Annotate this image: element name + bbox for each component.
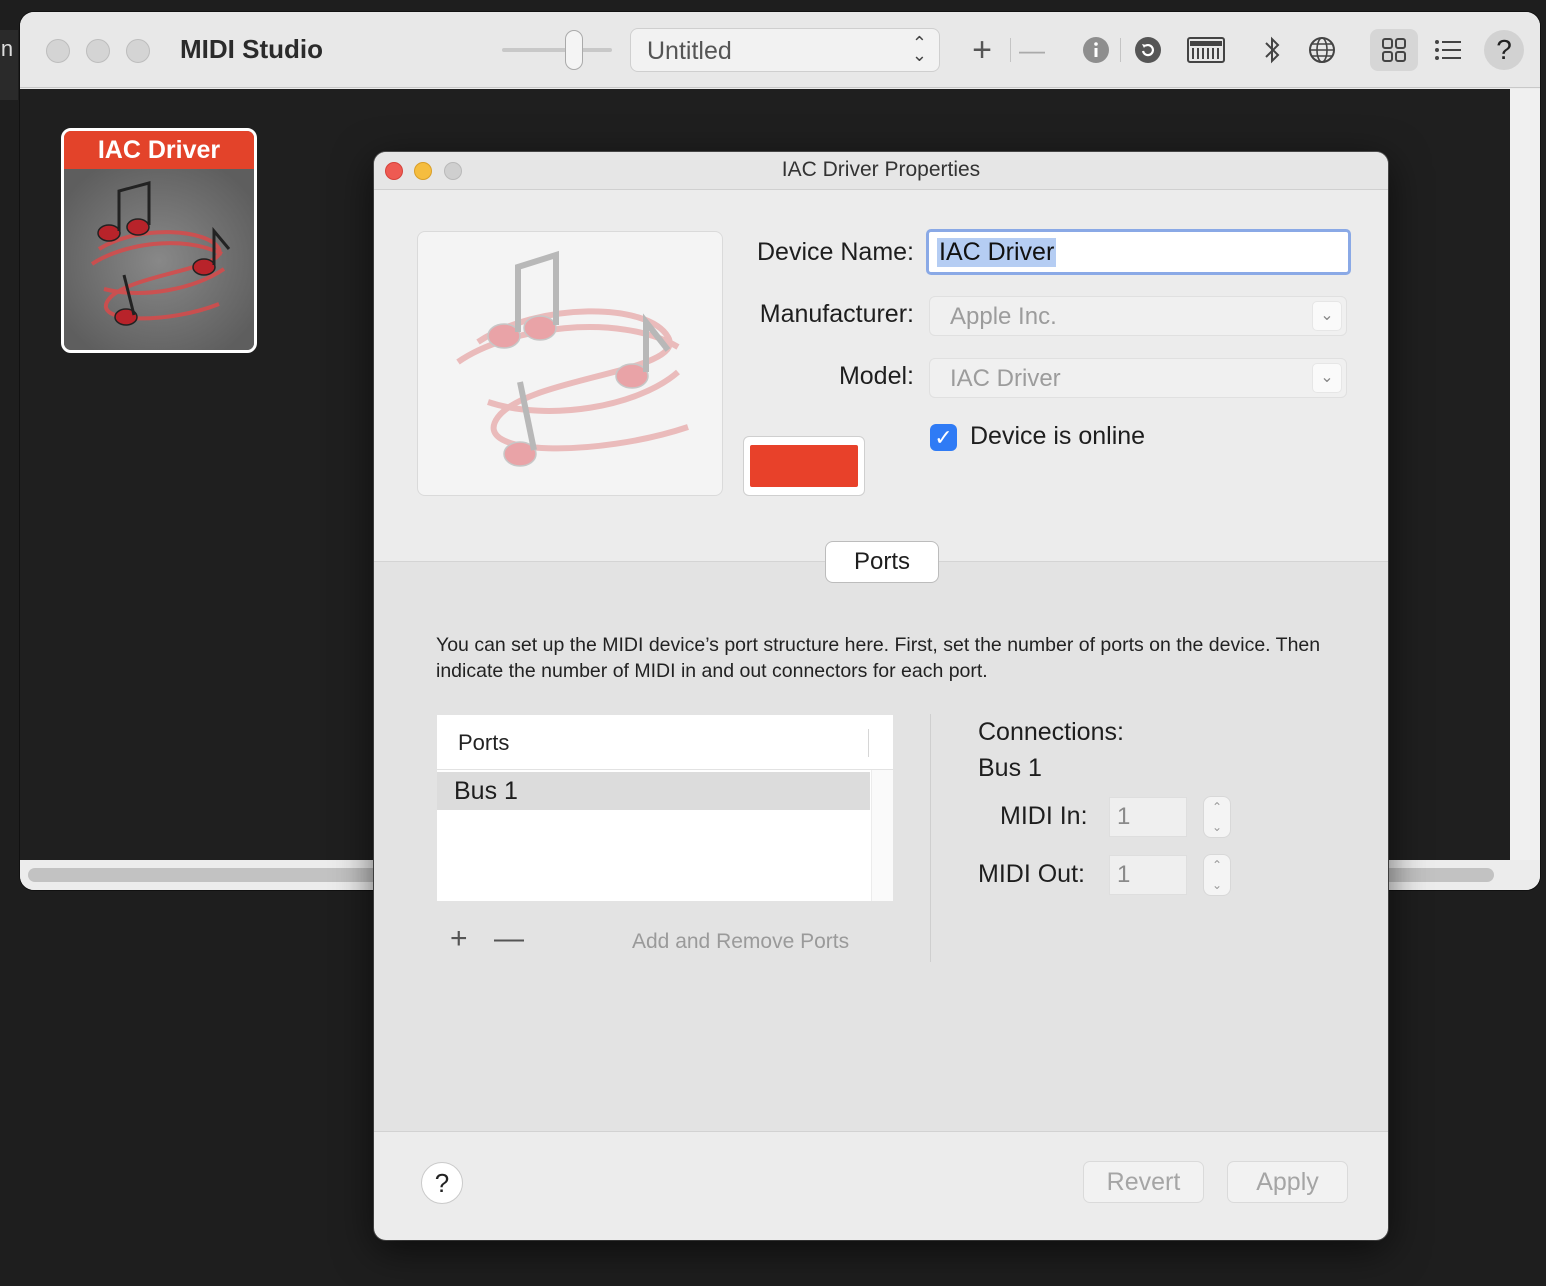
chevron-down-icon: ⌄ [1312,363,1342,393]
model-value: IAC Driver [950,365,1061,392]
grid-icon [1382,38,1406,62]
device-tile-label: IAC Driver [64,131,254,169]
list-view-button[interactable] [1428,30,1468,70]
dialog-help-button[interactable]: ? [421,1162,463,1204]
plus-icon: + [972,30,992,69]
midi-in-label: MIDI In: [1000,802,1088,830]
model-select: IAC Driver ⌄ [929,358,1347,398]
footer-divider [374,1131,1388,1132]
midi-out-field[interactable]: 1 [1109,855,1187,895]
test-setup-button[interactable] [1184,30,1228,70]
background-window-text: in [0,36,14,61]
add-port-button[interactable]: + [450,922,468,956]
ports-table: Ports Bus 1 [437,715,893,901]
midi-out-stepper[interactable]: ⌃ ⌄ [1203,854,1231,896]
apply-button: Apply [1227,1161,1348,1203]
network-button[interactable] [1302,30,1342,70]
add-device-button[interactable]: + [962,30,1002,70]
midi-out-label: MIDI Out: [978,860,1085,888]
midi-notes-icon [64,169,254,350]
ports-column-header-label: Ports [458,730,510,755]
dialog-title: IAC Driver Properties [781,158,981,181]
manufacturer-select: Apple Inc. ⌄ [929,296,1347,336]
vertical-divider [930,714,931,962]
icon-view-button[interactable] [1370,29,1418,71]
device-info-button[interactable] [1076,30,1116,70]
device-name-value: IAC Driver [937,238,1057,267]
rescan-button[interactable] [1128,30,1168,70]
iac-driver-properties-dialog: IAC Driver Properties Device Name: IAC D… [374,152,1388,1240]
table-row[interactable]: Bus 1 [437,772,870,810]
toolbar-separator [1010,38,1011,62]
up-down-chevron-icon: ⌃ ⌄ [911,33,927,65]
midi-in-stepper[interactable]: ⌃ ⌄ [1203,796,1231,838]
dialog-titlebar: IAC Driver Properties [374,152,1388,190]
list-icon [1435,40,1461,60]
device-color-button[interactable] [743,436,865,496]
device-icon-well[interactable] [417,231,723,496]
add-remove-ports-label: Add and Remove Ports [632,930,850,953]
device-online-checkbox[interactable]: ✓ [930,424,957,451]
icon-size-slider[interactable] [502,48,612,52]
connections-label: Connections: [978,718,1124,746]
help-button[interactable]: ? [1484,30,1524,70]
remove-port-button[interactable]: — [494,922,524,956]
configuration-select[interactable]: Untitled ⌃ ⌄ [630,28,940,72]
device-name-field[interactable]: IAC Driver [926,229,1351,275]
ports-table-scrollbar[interactable] [871,770,893,901]
iac-driver-device-tile[interactable]: IAC Driver [61,128,257,353]
chevron-down-icon: ⌄ [1312,301,1342,331]
selected-port-label: Bus 1 [978,754,1042,782]
window-title: MIDI Studio [180,34,323,64]
ports-column-header[interactable]: Ports [437,715,893,770]
bluetooth-button[interactable] [1252,30,1292,70]
studio-toolbar: MIDI Studio Untitled ⌃ ⌄ + — ? [20,12,1540,88]
globe-icon [1309,37,1335,63]
midi-notes-icon [456,250,689,467]
revert-button: Revert [1083,1161,1204,1203]
minimize-button[interactable] [86,39,110,63]
device-color-swatch [750,445,858,487]
manufacturer-value: Apple Inc. [950,303,1057,330]
vertical-scrollbar[interactable] [1510,89,1540,860]
configuration-value: Untitled [647,37,732,65]
close-button[interactable] [46,39,70,63]
question-icon: ? [1496,34,1512,65]
keyboard-icon [1187,37,1225,63]
model-label: Model: [838,362,914,390]
device-name-label: Device Name: [757,238,914,266]
toolbar-separator [1120,38,1121,62]
icon-size-slider-knob[interactable] [565,30,583,70]
rescan-icon [1135,37,1161,63]
tab-ports[interactable]: Ports [825,541,939,583]
device-online-label: Device is online [970,422,1146,450]
midi-in-field[interactable]: 1 [1109,797,1187,837]
bluetooth-icon [1265,36,1280,64]
info-icon [1083,37,1109,63]
ports-description: You can set up the MIDI device’s port st… [436,634,1321,682]
manufacturer-label: Manufacturer: [759,300,914,328]
zoom-button[interactable] [126,39,150,63]
remove-device-button[interactable]: — [1012,30,1052,70]
background-window-edge: in [0,30,18,100]
minus-icon: — [1019,34,1045,65]
column-separator [868,729,869,757]
